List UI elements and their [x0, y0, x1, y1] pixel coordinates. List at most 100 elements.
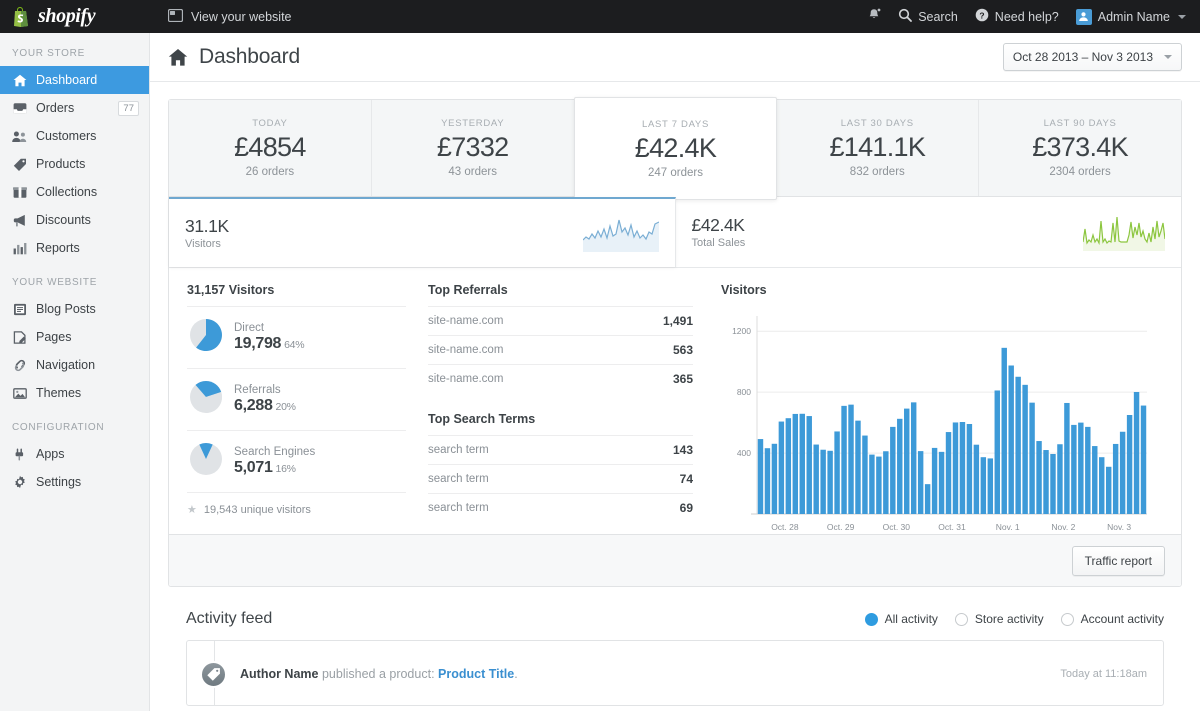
top-referrals-title: Top Referrals — [428, 283, 693, 306]
pie-chart-icon — [189, 318, 223, 357]
stat-label: LAST 7 DAYS — [642, 119, 709, 130]
stat-card-last-30-days[interactable]: LAST 30 DAYS £141.1K 832 orders — [776, 100, 979, 196]
sidebar-item-customers[interactable]: Customers — [0, 122, 149, 150]
stat-sub: 2304 orders — [1049, 166, 1110, 178]
search-term-row[interactable]: search term 74 — [428, 464, 693, 493]
traffic-source-count: 19,798 — [234, 335, 281, 352]
svg-text:1200: 1200 — [732, 326, 751, 336]
star-icon: ★ — [187, 503, 197, 516]
activity-feed-header: Activity feed All activity Store activit… — [168, 587, 1182, 640]
sidebar-item-pages[interactable]: Pages — [0, 323, 149, 351]
sparkline-card-visitors[interactable]: 31.1K Visitors — [169, 197, 676, 267]
activity-filter-label: All activity — [885, 612, 938, 626]
stat-value: £141.1K — [829, 132, 925, 163]
account-menu[interactable]: Admin Name — [1076, 9, 1186, 25]
sidebar-item-themes[interactable]: Themes — [0, 379, 149, 407]
referral-name: site-name.com — [428, 373, 503, 385]
svg-text:Nov. 2: Nov. 2 — [1051, 522, 1075, 532]
sidebar-item-blog-posts[interactable]: Blog Posts — [0, 295, 149, 323]
svg-text:800: 800 — [737, 387, 751, 397]
sparkline-value: 31.1K — [185, 216, 229, 237]
chevron-down-icon — [1178, 15, 1186, 19]
sidebar-item-label: Apps — [36, 447, 65, 461]
sidebar-section-title-your-website: YOUR WEBSITE — [0, 262, 149, 295]
stat-card-yesterday[interactable]: YESTERDAY £7332 43 orders — [372, 100, 575, 196]
date-range-label: Oct 28 2013 – Nov 3 2013 — [1013, 50, 1153, 64]
search-term-name: search term — [428, 473, 489, 485]
stat-sub: 43 orders — [448, 166, 497, 178]
referral-name: site-name.com — [428, 344, 503, 356]
stat-card-last-90-days[interactable]: LAST 90 DAYS £373.4K 2304 orders — [979, 100, 1181, 196]
notification-bell-button[interactable] — [868, 8, 881, 25]
people-icon — [12, 129, 27, 144]
svg-text:Oct. 29: Oct. 29 — [827, 522, 855, 532]
referral-row[interactable]: site-name.com 365 — [428, 364, 693, 393]
activity-filter-label: Store activity — [975, 612, 1044, 626]
sidebar-item-label: Dashboard — [36, 73, 97, 87]
svg-text:Oct. 30: Oct. 30 — [883, 522, 911, 532]
stat-label: YESTERDAY — [441, 118, 504, 129]
stat-value: £7332 — [437, 132, 509, 163]
sidebar: YOUR STORE Dashboard Orders 77 Customers… — [0, 33, 150, 711]
search-term-row[interactable]: search term 143 — [428, 435, 693, 464]
sidebar-item-reports[interactable]: Reports — [0, 234, 149, 262]
svg-text:?: ? — [979, 10, 984, 20]
radio-icon[interactable] — [1061, 613, 1074, 626]
activity-timestamp: Today at 11:18am — [1060, 668, 1147, 680]
sparkline-strip: 31.1K Visitors £42.4K Total Sales — [169, 197, 1181, 267]
date-range-picker[interactable]: Oct 28 2013 – Nov 3 2013 — [1003, 43, 1182, 71]
activity-feed-title: Activity feed — [186, 610, 272, 628]
visitors-panel-title: 31,157 Visitors — [187, 283, 406, 306]
activity-filter-account[interactable]: Account activity — [1061, 612, 1164, 626]
sidebar-item-settings[interactable]: Settings — [0, 468, 149, 496]
view-your-website-link[interactable]: View your website — [168, 9, 292, 25]
image-icon — [12, 386, 27, 401]
visitors-bar-chart: 4008001200Oct. 28Oct. 29Oct. 30Oct. 31No… — [721, 306, 1151, 536]
activity-filter-all[interactable]: All activity — [865, 612, 938, 626]
inbox-icon — [12, 101, 27, 116]
need-help-label: Need help? — [995, 10, 1059, 24]
sidebar-item-label: Themes — [36, 386, 81, 400]
analytics-body: 31,157 Visitors Direct 19,79864% — [169, 267, 1181, 534]
traffic-source-row: Direct 19,79864% — [187, 306, 406, 368]
stat-sub: 247 orders — [648, 167, 703, 179]
traffic-report-button[interactable]: Traffic report — [1072, 546, 1165, 576]
sidebar-item-navigation[interactable]: Navigation — [0, 351, 149, 379]
radio-icon[interactable] — [865, 613, 878, 626]
sidebar-item-discounts[interactable]: Discounts — [0, 206, 149, 234]
traffic-source-count: 5,071 — [234, 459, 273, 476]
home-icon — [12, 73, 27, 88]
activity-product-link[interactable]: Product Title — [438, 667, 514, 681]
shopify-brand[interactable]: shopify — [0, 0, 150, 33]
megaphone-icon — [12, 213, 27, 228]
sidebar-item-apps[interactable]: Apps — [0, 440, 149, 468]
referral-row[interactable]: site-name.com 563 — [428, 335, 693, 364]
sparkline-label: Total Sales — [692, 237, 746, 249]
stat-value: £373.4K — [1032, 132, 1128, 163]
search-term-value: 143 — [673, 443, 693, 457]
radio-icon[interactable] — [955, 613, 968, 626]
unique-visitors-row: ★ 19,543 unique visitors — [187, 492, 406, 516]
sidebar-item-orders[interactable]: Orders 77 — [0, 94, 149, 122]
search-button[interactable]: Search — [898, 8, 958, 25]
stat-card-last-7-days[interactable]: LAST 7 DAYS £42.4K 247 orders — [574, 97, 778, 200]
traffic-source-name: Referrals — [234, 384, 296, 396]
svg-text:Nov. 1: Nov. 1 — [996, 522, 1020, 532]
sidebar-item-dashboard[interactable]: Dashboard — [0, 66, 149, 94]
stat-value: £42.4K — [635, 133, 716, 164]
sidebar-item-products[interactable]: Products — [0, 150, 149, 178]
sidebar-item-collections[interactable]: Collections — [0, 178, 149, 206]
need-help-button[interactable]: ? Need help? — [975, 8, 1059, 25]
referral-row[interactable]: site-name.com 1,491 — [428, 306, 693, 335]
search-term-row[interactable]: search term 69 — [428, 493, 693, 522]
referral-value: 563 — [673, 343, 693, 357]
activity-filter-store[interactable]: Store activity — [955, 612, 1044, 626]
sparkline-value: £42.4K — [692, 215, 746, 236]
stat-card-today[interactable]: TODAY £4854 26 orders — [169, 100, 372, 196]
sparkline-card-total-sales[interactable]: £42.4K Total Sales — [676, 197, 1182, 267]
traffic-source-row: Referrals 6,28820% — [187, 368, 406, 430]
top-bar: shopify View your website — [0, 0, 1200, 33]
brand-wordmark: shopify — [38, 5, 95, 28]
referral-name: site-name.com — [428, 315, 503, 327]
chevron-down-icon — [1164, 55, 1172, 59]
